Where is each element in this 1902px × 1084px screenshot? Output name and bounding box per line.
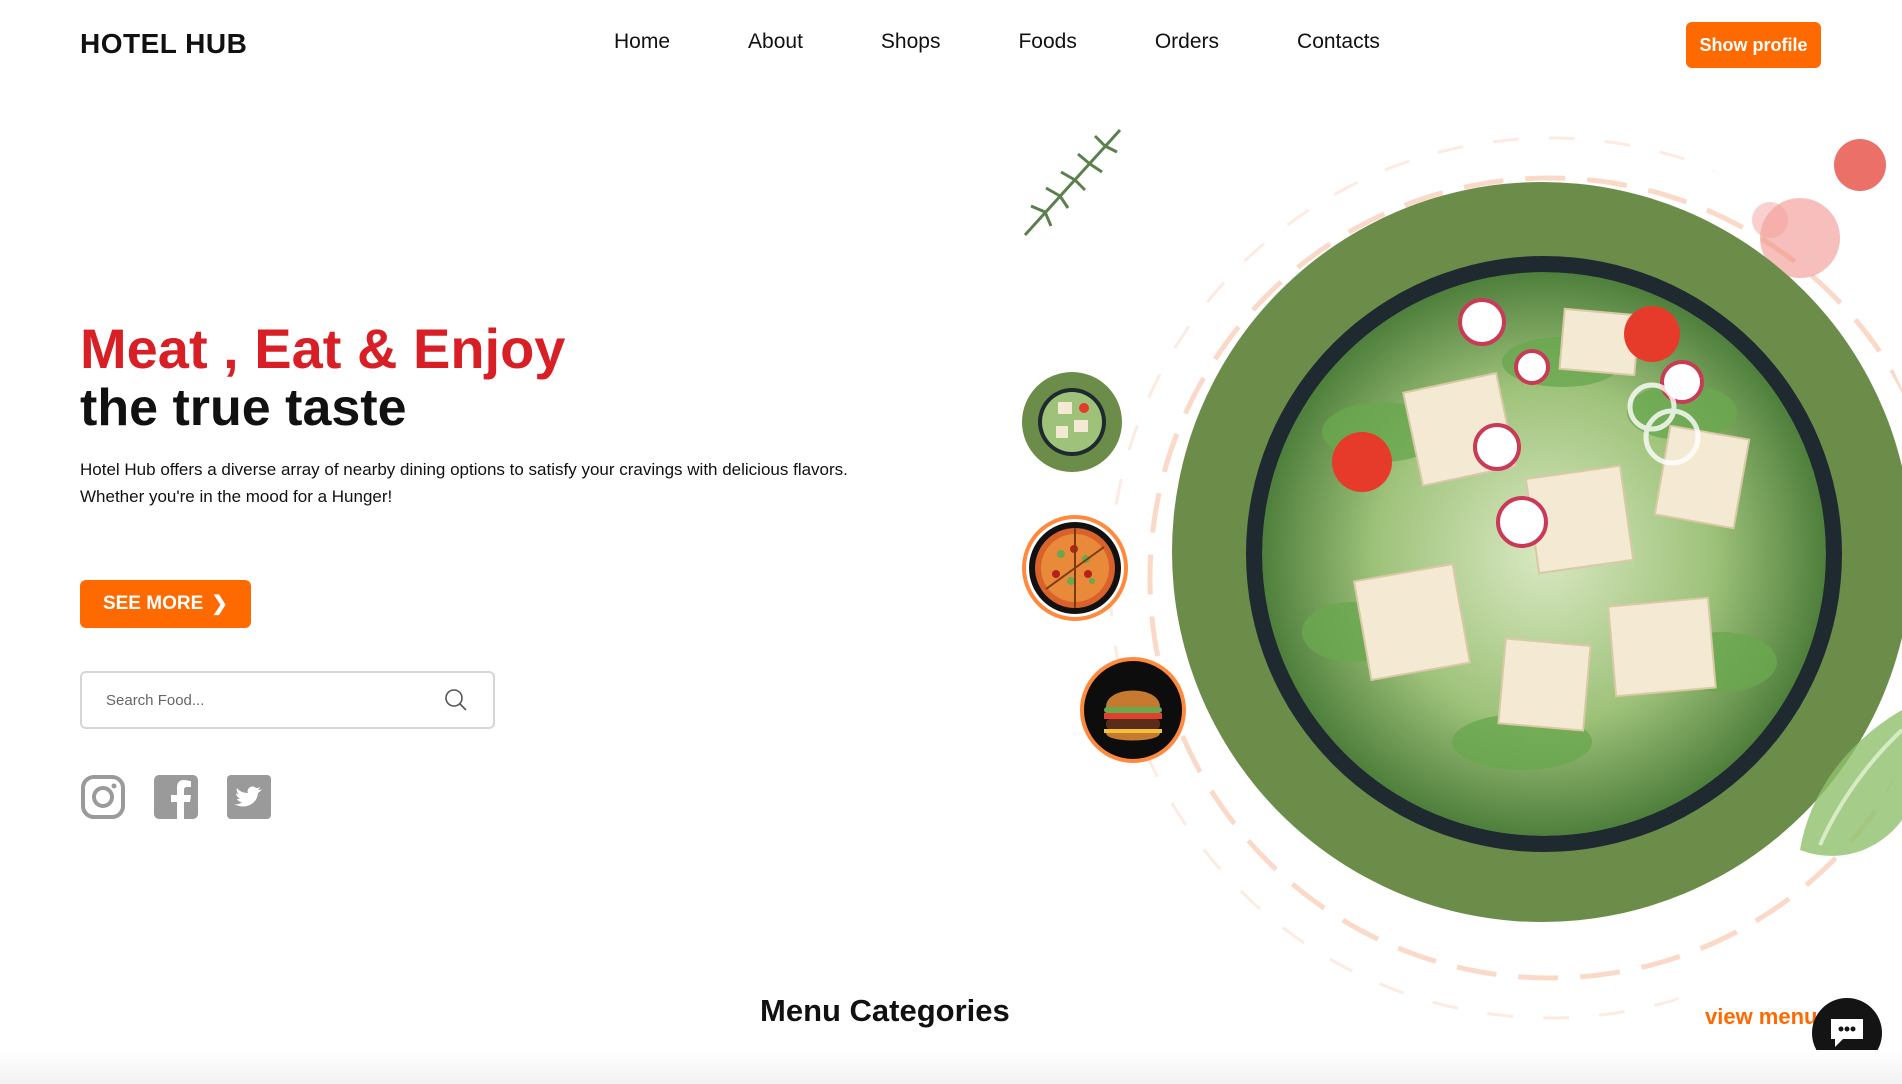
see-more-button[interactable]: SEE MORE ❯ [80,580,251,628]
salad-image [1262,272,1826,836]
nav-contacts[interactable]: Contacts [1297,30,1380,54]
view-menu-link[interactable]: view menu [1705,1004,1817,1030]
landing-page: HOTEL HUB Home About Shops Foods Orders … [0,0,1902,1084]
hero-description: Hotel Hub offers a diverse array of near… [80,460,848,506]
chat-icon [1831,1019,1863,1047]
menu-categories-title: Menu Categories [760,993,1010,1028]
lettuce-leaf-decoration [1800,710,1902,856]
nav-orders[interactable]: Orders [1155,30,1219,54]
section-fade [0,1050,1902,1084]
twitter-icon[interactable] [226,774,272,820]
thumbnail-burger[interactable] [1080,657,1186,763]
instagram-icon[interactable] [80,774,126,820]
facebook-icon[interactable] [153,774,199,820]
brand-logo[interactable]: HOTEL HUB [80,28,247,60]
nav-about[interactable]: About [748,30,803,54]
nav-foods[interactable]: Foods [1018,30,1076,54]
thumbnail-salad[interactable] [1022,372,1122,472]
chevron-right-icon: ❯ [211,593,229,615]
nav-shops[interactable]: Shops [881,30,941,54]
hero-headline-black: the true taste [80,379,407,437]
main-nav: Home About Shops Foods Orders Contacts [614,30,1380,54]
show-profile-button[interactable]: Show profile [1686,22,1821,68]
thumbnail-pizza[interactable] [1022,515,1128,621]
search-input[interactable] [106,691,433,709]
hero-headline-red: Meat , Eat & Enjoy [80,317,566,380]
herb-sprig-decoration [1023,128,1122,237]
search-box [80,671,495,729]
nav-home[interactable]: Home [614,30,670,54]
search-icon[interactable] [443,687,469,713]
see-more-label: SEE MORE [102,593,204,614]
